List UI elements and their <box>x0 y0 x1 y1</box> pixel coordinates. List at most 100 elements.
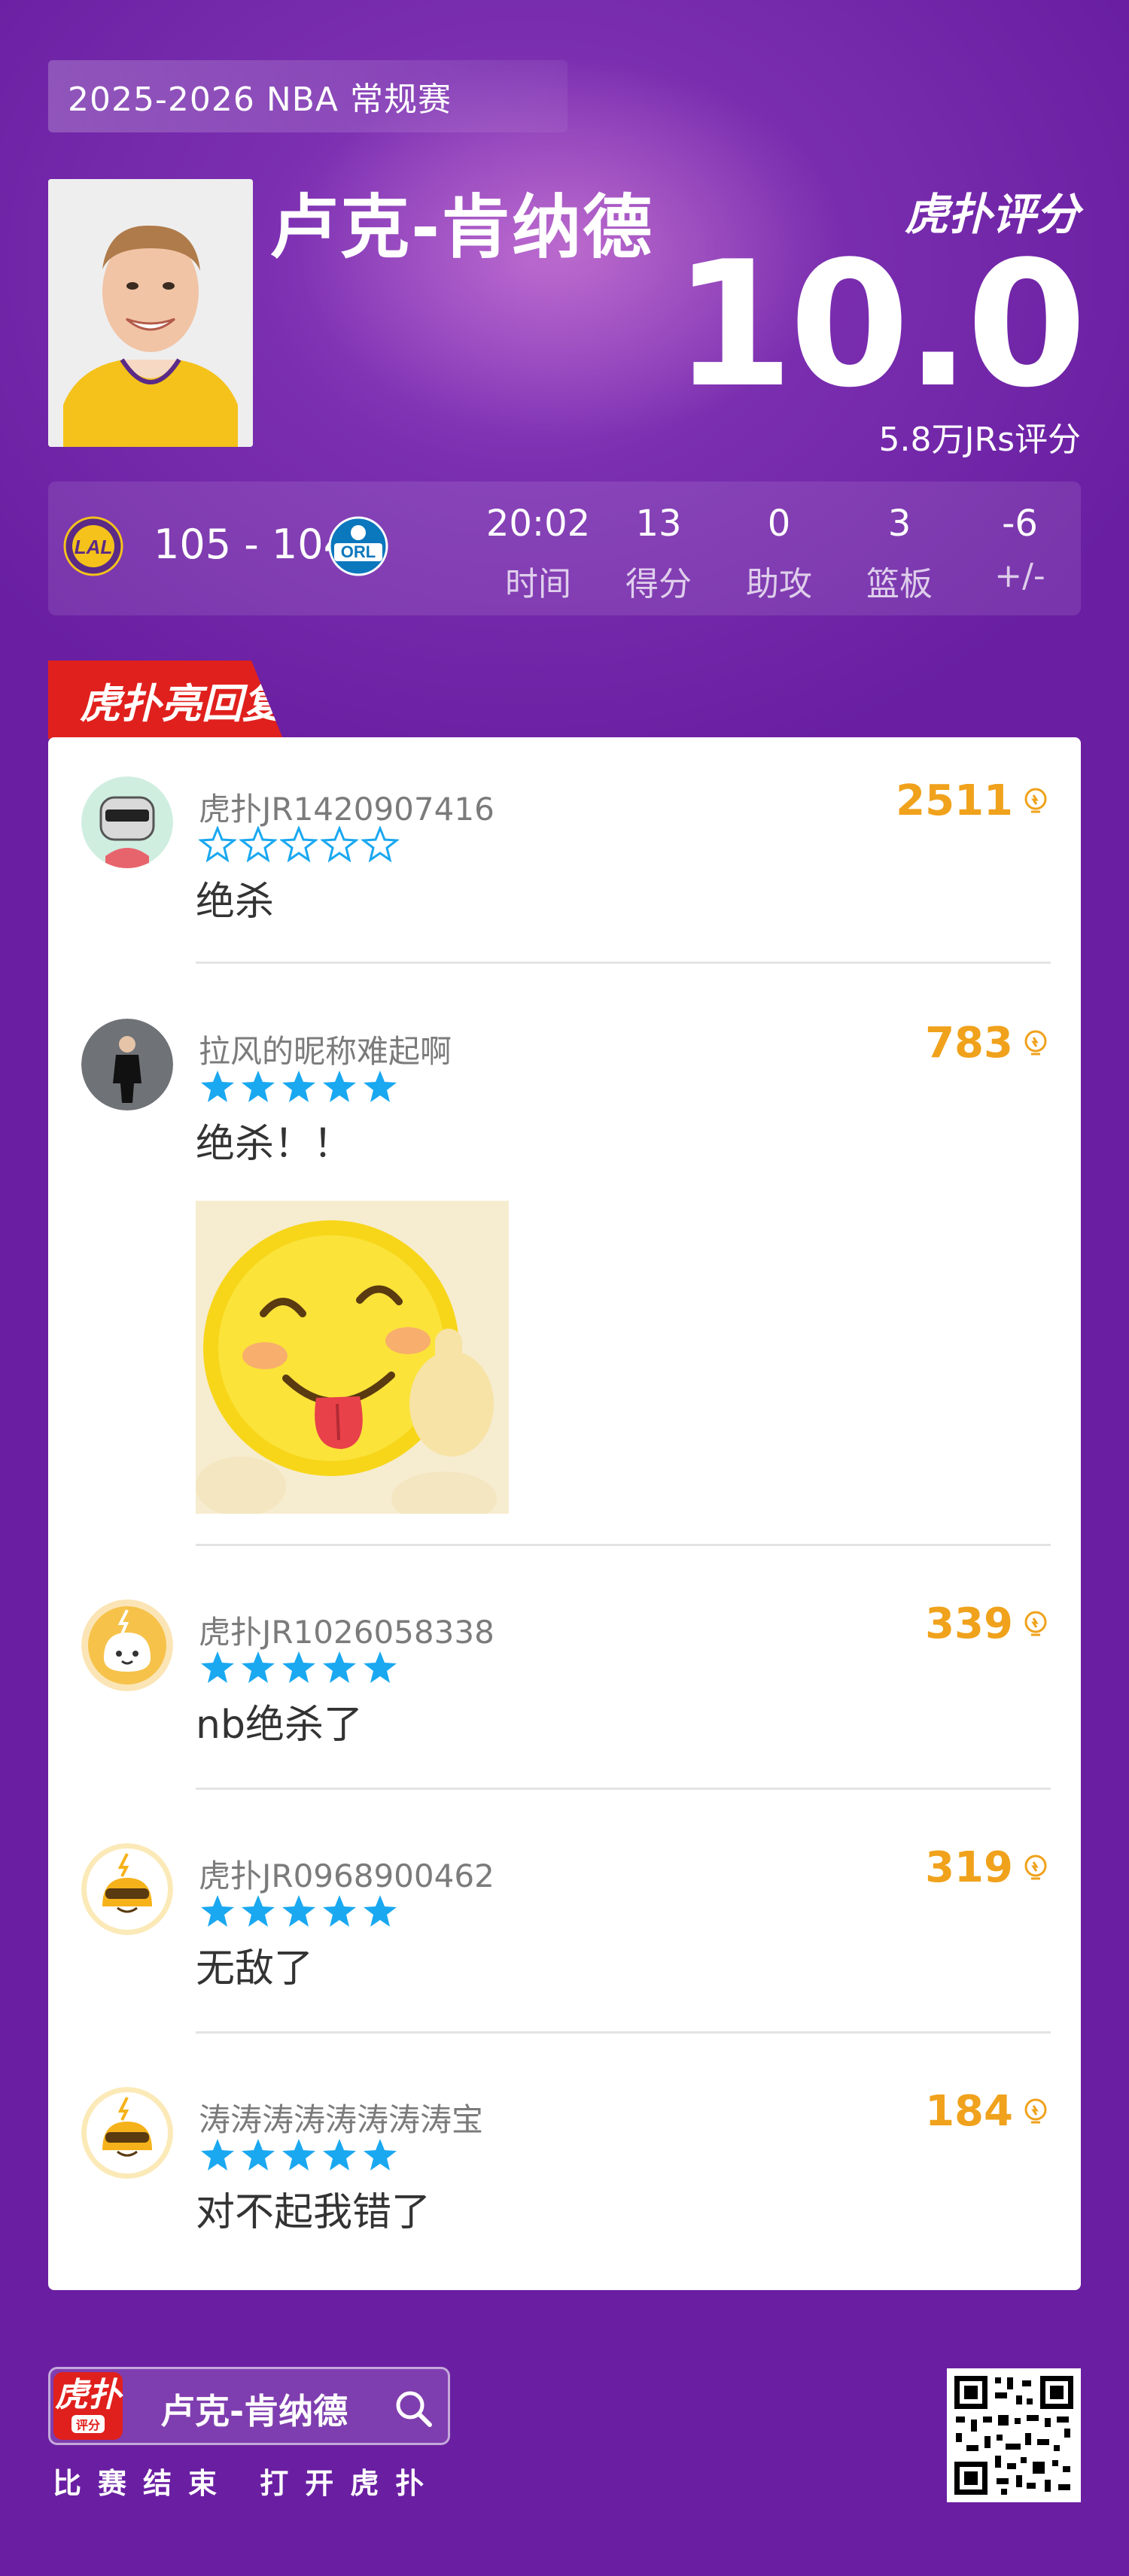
star-filled-icon <box>242 1071 275 1102</box>
star-filled-icon <box>323 1895 356 1927</box>
star-filled-icon <box>323 2139 356 2170</box>
star-filled-icon <box>282 1071 315 1102</box>
like-count[interactable]: 319 <box>925 1843 1051 1892</box>
star-filled-icon <box>364 1895 397 1927</box>
lakers-logo-text: LAL <box>75 536 113 558</box>
divider <box>196 2031 1051 2034</box>
rating-count: 5.8万JRs评分 <box>878 421 1081 459</box>
bulb-avatar[interactable] <box>81 1599 173 1691</box>
star-empty-icon <box>361 826 399 862</box>
star-filled-icon <box>242 1651 275 1683</box>
like-count-value: 319 <box>925 1843 1013 1892</box>
like-count[interactable]: 339 <box>925 1599 1051 1648</box>
comment-username[interactable]: 虎扑JR0968900462 <box>199 1851 495 1897</box>
stat-label: 时间 <box>505 565 571 603</box>
stat-value: 13 <box>635 503 682 545</box>
magic-logo-icon: ORL <box>328 516 388 576</box>
rating-score: 10.0 <box>673 225 1087 426</box>
comment-text: 对不起我错了 <box>196 2190 431 2235</box>
star-filled-icon <box>242 2139 275 2170</box>
like-count-value: 783 <box>925 1019 1013 1068</box>
footer-caption: 比赛结束 打开虎扑 <box>53 2467 441 2500</box>
stat-value: 0 <box>767 503 791 545</box>
star-filled-icon <box>201 1071 234 1102</box>
qr-code-icon <box>951 2373 1076 2498</box>
magic-logo-text: ORL <box>341 542 376 561</box>
like-count[interactable]: 2511 <box>896 776 1051 825</box>
star-rating <box>199 1893 399 1929</box>
stat-assists: 0 助攻 <box>723 503 835 605</box>
stat-time: 20:02 时间 <box>482 503 595 605</box>
star-rating <box>199 2137 399 2173</box>
star-filled-icon <box>364 2139 397 2170</box>
star-filled-icon <box>364 1071 397 1102</box>
lightbulb-icon <box>1024 2098 1047 2123</box>
stat-value: -6 <box>1002 503 1038 545</box>
lakers-logo-icon: LAL <box>63 516 123 576</box>
lightbulb-icon <box>1024 1611 1047 1636</box>
star-rating <box>199 1649 399 1685</box>
star-filled-icon <box>201 2139 234 2170</box>
star-rating <box>199 826 399 862</box>
qr-code[interactable] <box>947 2368 1081 2502</box>
stat-points: 13 得分 <box>602 503 715 605</box>
stat-rebounds: 3 篮板 <box>843 503 956 605</box>
search-icon[interactable] <box>392 2387 434 2429</box>
stat-value: 3 <box>887 503 911 545</box>
app-icon-sub-text: 评分 <box>71 2415 105 2433</box>
comment-text: nb绝杀了 <box>196 1703 363 1748</box>
game-stats-panel: LAL 105 - 104 ORL 20:02 时间 13 得分 0 助攻 3 … <box>48 481 1081 615</box>
star-empty-icon <box>239 826 277 862</box>
like-count[interactable]: 184 <box>925 2087 1051 2136</box>
comment-username[interactable]: 虎扑JR1420907416 <box>199 784 495 830</box>
star-filled-icon <box>282 2139 315 2170</box>
app-icon-main-text: 虎扑 <box>55 2376 121 2414</box>
divider <box>196 1544 1051 1546</box>
robot-avatar[interactable] <box>81 776 173 868</box>
lightbulb-icon <box>1024 788 1047 813</box>
player-search-bar[interactable]: 虎扑 评分 卢克-肯纳德 <box>48 2367 450 2445</box>
star-empty-icon <box>321 826 358 862</box>
highlight-replies-label: 虎扑亮回复 <box>80 679 283 728</box>
sunglasses-avatar[interactable] <box>81 2087 173 2179</box>
season-label: 2025-2026 NBA 常规赛 <box>68 80 452 119</box>
stat-label: 助攻 <box>746 565 812 603</box>
season-banner: 2025-2026 NBA 常规赛 <box>48 60 568 132</box>
stat-label: 篮板 <box>866 565 933 603</box>
comment-text: 无敌了 <box>196 1946 314 1991</box>
star-rating <box>199 1068 399 1104</box>
star-empty-icon <box>199 826 236 862</box>
player-name: 卢克-肯纳德 <box>269 187 654 268</box>
star-empty-icon <box>280 826 318 862</box>
comment-username[interactable]: 虎扑JR1026058338 <box>199 1607 495 1653</box>
comment-username[interactable]: 涛涛涛涛涛涛涛涛宝 <box>199 2095 483 2140</box>
comment-username[interactable]: 拉风的昵称难起啊 <box>199 1026 452 1072</box>
divider <box>196 961 1051 964</box>
hupu-rating-app-icon[interactable]: 虎扑 评分 <box>53 2372 123 2440</box>
player-photo <box>48 179 253 447</box>
comment-text: 绝杀！！ <box>196 1122 353 1167</box>
star-filled-icon <box>323 1071 356 1102</box>
stat-label: +/- <box>994 557 1045 595</box>
photo-avatar[interactable] <box>81 1019 173 1110</box>
emoji-thumbs-up-image[interactable] <box>196 1201 509 1514</box>
like-count-value: 2511 <box>896 776 1013 825</box>
search-text: 卢克-肯纳德 <box>160 2391 348 2432</box>
star-filled-icon <box>323 1651 356 1683</box>
star-filled-icon <box>282 1895 315 1927</box>
final-score: 105 - 104 <box>154 521 349 568</box>
star-filled-icon <box>201 1895 234 1927</box>
star-filled-icon <box>201 1651 234 1683</box>
lightbulb-icon <box>1024 1030 1047 1055</box>
like-count-value: 339 <box>925 1599 1013 1648</box>
like-count-value: 184 <box>925 2087 1013 2136</box>
like-count[interactable]: 783 <box>925 1019 1051 1068</box>
lightbulb-icon <box>1024 1855 1047 1879</box>
comments-card: 虎扑JR1420907416 2511 绝杀 拉风的昵称难起啊 783 绝杀！！… <box>48 737 1081 2290</box>
star-filled-icon <box>242 1895 275 1927</box>
highlight-replies-tag: 虎扑亮回复 <box>48 661 283 739</box>
stat-label: 得分 <box>625 565 692 603</box>
stat-plus-minus: -6 +/- <box>963 503 1076 595</box>
comment-text: 绝杀 <box>196 879 275 925</box>
sunglasses-avatar[interactable] <box>81 1843 173 1935</box>
